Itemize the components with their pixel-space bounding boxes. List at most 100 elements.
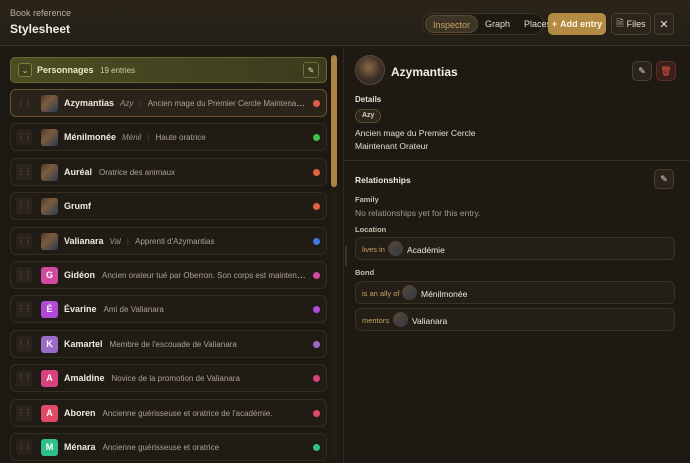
drag-handle-icon[interactable]: ⋮⋮ (16, 232, 32, 249)
separator: | (147, 132, 150, 143)
color-dot[interactable] (313, 340, 320, 348)
color-dot[interactable] (313, 100, 320, 107)
list-item[interactable]: ⋮⋮ Azymantias Azy | Ancien mage du Premier C… (10, 89, 327, 117)
drag-handle-icon[interactable]: ⋮⋮ (16, 335, 32, 352)
drag-handle-icon[interactable]: ⋮⋮ (16, 163, 32, 180)
drag-handle-icon[interactable]: ⋮⋮ (16, 267, 32, 283)
avatar (41, 198, 58, 216)
entry-list-panel: ⌄ Personnages 19 entries ✎ ⋮⋮ Azymantias A… (0, 47, 340, 463)
avatar: K (41, 335, 58, 353)
list-item[interactable]: ⋮⋮ Grumf (10, 192, 327, 221)
panel-resize-handle[interactable] (345, 246, 347, 266)
entry-description: Ancienne guérisseuse et oratrice (102, 443, 220, 452)
list-item[interactable]: ⋮⋮ Auréal Oratrice des animaux (10, 157, 327, 186)
bond-relation-row[interactable]: mentors Valianara (355, 308, 675, 331)
separator: | (139, 98, 142, 108)
menilmonee-avatar (402, 285, 417, 300)
avatar: G (41, 267, 58, 284)
list-item[interactable]: ⋮⋮ A Aboren Ancienne guérisseuse et oratric… (10, 398, 327, 427)
color-dot[interactable] (313, 168, 320, 176)
row-text: Aboren Ancienne guérisseuse et oratrice d… (64, 408, 309, 418)
edit-entry-icon[interactable]: ✎ (632, 61, 652, 81)
entry-name: Ménilmonée (64, 132, 117, 143)
edit-relationships-icon[interactable]: ✎ (654, 169, 674, 189)
relation-verb: is an ally of (362, 289, 400, 298)
add-entry-button[interactable]: + Add entry (548, 13, 606, 35)
avatar (41, 95, 58, 112)
avatar: A (41, 404, 58, 422)
entry-description: Novice de la promotion de Valianara (111, 374, 240, 384)
row-text: Auréal Oratrice des animaux (64, 167, 309, 177)
row-text: Ménilmonée Ménil | Haute oratrice (64, 132, 309, 142)
inspector-panel: Azymantias ✎ 🗑 Details Azy Ancien mage d… (343, 47, 690, 463)
color-dot[interactable] (313, 203, 320, 211)
drag-handle-icon[interactable]: ⋮⋮ (16, 404, 32, 421)
list-scrollbar-thumb[interactable] (331, 55, 337, 187)
avatar: É (41, 301, 58, 319)
entry-name: Ménara (64, 442, 96, 452)
top-header: Book reference Stylesheet Inspector Grap… (0, 0, 690, 46)
color-dot[interactable] (313, 134, 320, 142)
files-button[interactable]: 🗎 Files (611, 13, 651, 35)
entry-description: Apprenti d'Azymantias (135, 236, 215, 246)
avatar (41, 232, 58, 250)
files-label: Files (626, 19, 646, 29)
relation-verb: mentors (362, 316, 390, 325)
page-title: Stylesheet (10, 22, 71, 36)
group-edit-icon[interactable]: ✎ (303, 62, 319, 78)
entry-description: Ancien orateur tué par Oberron. Son corp… (102, 271, 309, 280)
entry-name: Valianara (64, 235, 104, 246)
drag-handle-icon[interactable]: ⋮⋮ (16, 370, 32, 387)
bond-label: Bond (355, 268, 375, 277)
divider (344, 160, 690, 161)
drag-handle-icon[interactable]: ⋮⋮ (16, 439, 32, 455)
entry-name: Auréal (64, 166, 93, 177)
color-dot[interactable] (313, 237, 320, 245)
color-dot[interactable] (313, 409, 320, 417)
list-item[interactable]: ⋮⋮ M Ménara Ancienne guérisseuse et oratric… (10, 433, 327, 461)
location-relation-row[interactable]: lives in Académie (355, 237, 675, 260)
entry-name: Grumf (64, 201, 91, 212)
description-line: Maintenant Orateur (355, 141, 429, 151)
list-item[interactable]: ⋮⋮ Valianara Val | Apprenti d'Azymantias (10, 226, 327, 255)
list-item[interactable]: ⋮⋮ Ménilmonée Ménil | Haute oratrice (10, 123, 327, 152)
academie-avatar (388, 241, 403, 256)
entry-description: Ancien mage du Premier Cercle Maintenant… (147, 99, 309, 108)
list-item[interactable]: ⋮⋮ A Amaldine Novice de la promotion de Val… (10, 364, 327, 393)
group-name: Personnages (37, 65, 94, 75)
list-item[interactable]: ⋮⋮ G Gidéon Ancien orateur tué par Oberron.… (10, 261, 327, 289)
group-header-personnages[interactable]: ⌄ Personnages 19 entries ✎ (10, 57, 327, 83)
row-text: Évarine Ami de Valianara (64, 304, 309, 314)
tab-graph[interactable]: Graph (478, 15, 517, 33)
view-switcher: Inspector Graph Places (422, 13, 551, 35)
location-label: Location (355, 225, 387, 234)
entry-title: Azymantias (391, 65, 458, 79)
family-empty-text: No relationships yet for this entry. (355, 208, 481, 218)
list-item[interactable]: ⋮⋮ K Kamartel Membre de l'escouade de Valia… (10, 329, 327, 358)
tab-inspector[interactable]: Inspector (425, 15, 479, 33)
delete-entry-icon[interactable]: 🗑 (656, 61, 676, 81)
relation-target: Valianara (412, 316, 448, 326)
entry-alias: Azy (120, 99, 134, 108)
color-dot[interactable] (313, 306, 320, 314)
row-text: Azymantias Azy | Ancien mage du Premier Cer… (64, 98, 309, 108)
color-dot[interactable] (313, 375, 320, 383)
entry-alias: Val (109, 236, 121, 246)
drag-handle-icon[interactable]: ⋮⋮ (16, 129, 32, 146)
drag-handle-icon[interactable]: ⋮⋮ (16, 95, 32, 111)
close-icon: ✕ (659, 18, 669, 31)
family-label: Family (355, 195, 379, 204)
list-item[interactable]: ⋮⋮ É Évarine Ami de Valianara (10, 295, 327, 324)
drag-handle-icon[interactable]: ⋮⋮ (16, 301, 32, 318)
separator: | (126, 235, 130, 246)
close-button[interactable]: ✕ (654, 13, 674, 35)
drag-handle-icon[interactable]: ⋮⋮ (16, 198, 32, 215)
relation-target: Académie (407, 245, 445, 255)
chevron-down-icon[interactable]: ⌄ (18, 63, 32, 77)
bond-relation-row[interactable]: is an ally of Ménilmonée (355, 281, 675, 304)
relation-target: Ménilmonée (421, 289, 468, 299)
color-dot[interactable] (313, 272, 320, 279)
color-dot[interactable] (313, 444, 320, 451)
avatar: A (41, 370, 58, 388)
relation-verb: lives in (362, 245, 385, 254)
